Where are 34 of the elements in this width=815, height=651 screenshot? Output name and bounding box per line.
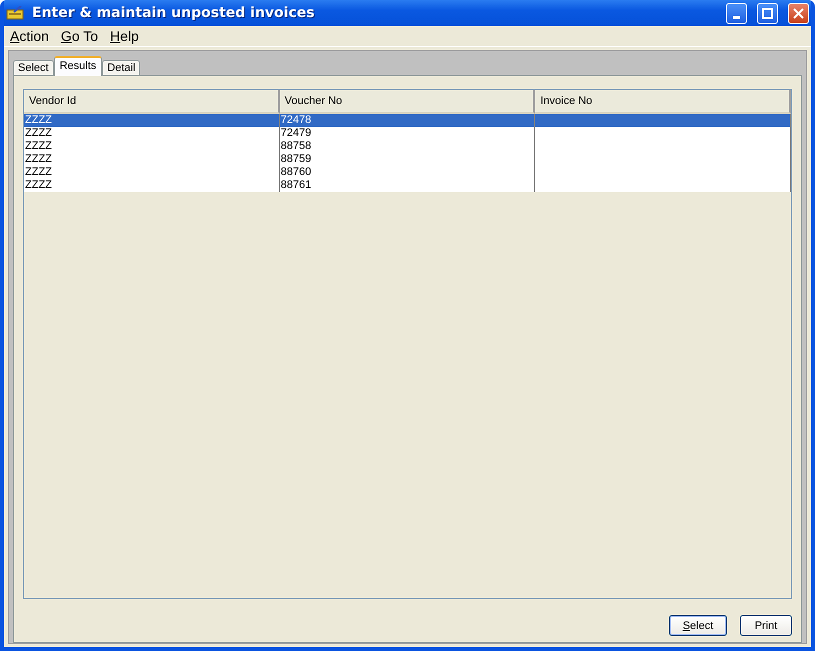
column-header[interactable]: Invoice No — [535, 90, 791, 114]
tab[interactable]: Results — [54, 56, 102, 76]
table-cell[interactable]: 72478 — [280, 114, 536, 127]
table-cell[interactable] — [535, 179, 791, 192]
menu-item[interactable]: Action — [10, 28, 49, 44]
print-button[interactable]: Print — [740, 615, 792, 636]
close-icon — [793, 8, 804, 18]
maximize-button[interactable] — [757, 2, 778, 24]
column-header[interactable]: Voucher No — [280, 90, 536, 114]
tab[interactable]: Select — [13, 60, 54, 75]
table-cell[interactable] — [535, 114, 791, 127]
app-icon — [6, 6, 24, 20]
close-button[interactable] — [788, 2, 809, 24]
window-title: Enter & maintain unposted invoices — [32, 5, 316, 21]
table-cell[interactable]: ZZZZ — [24, 127, 280, 140]
column-header[interactable]: Vendor Id — [24, 90, 280, 114]
table-cell[interactable]: ZZZZ — [24, 166, 280, 179]
table-cell[interactable]: 88760 — [280, 166, 536, 179]
table-cell[interactable]: ZZZZ — [24, 114, 280, 127]
minimize-icon — [733, 16, 740, 18]
table-cell[interactable]: 72479 — [280, 127, 536, 140]
table-cell[interactable] — [535, 127, 791, 140]
table-cell[interactable]: 88759 — [280, 153, 536, 166]
minimize-button[interactable] — [726, 2, 747, 24]
menu-item[interactable]: Help — [110, 28, 139, 44]
table-cell[interactable]: 88758 — [280, 140, 536, 153]
table-cell[interactable]: ZZZZ — [24, 140, 280, 153]
table-cell[interactable]: ZZZZ — [24, 179, 280, 192]
tab[interactable]: Detail — [102, 60, 140, 75]
select-button[interactable]: Select — [669, 615, 727, 636]
table-cell[interactable]: 88761 — [280, 179, 536, 192]
menu-item[interactable]: Go To — [60, 28, 98, 44]
maximize-icon — [762, 8, 773, 18]
table-cell[interactable]: ZZZZ — [24, 153, 280, 166]
